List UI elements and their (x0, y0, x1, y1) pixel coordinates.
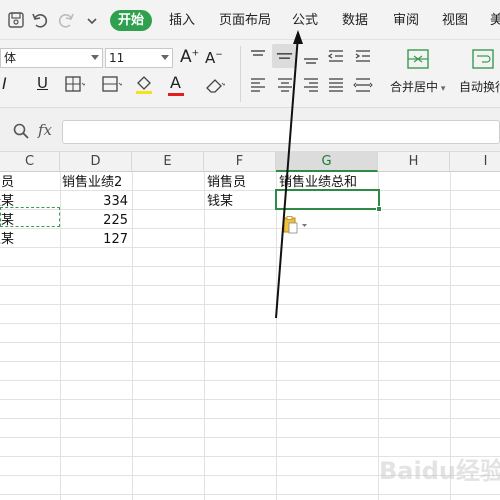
copy-marquee (0, 207, 60, 227)
font-name-value: 体 (4, 51, 17, 65)
ribbon-toolbar: 体 11 A+ A− I U A 合并居中 ▾ 自动换 (0, 40, 500, 108)
fill-color-icon[interactable] (133, 73, 155, 95)
save-icon[interactable] (6, 10, 26, 30)
font-color-button[interactable]: A (170, 73, 181, 92)
chevron-down-icon (161, 55, 169, 60)
increase-font-button[interactable]: A+ (180, 47, 199, 67)
align-middle-button[interactable] (272, 44, 297, 68)
grid-line (0, 380, 500, 381)
formula-bar: fx (0, 108, 500, 152)
column-header-g[interactable]: G (276, 152, 378, 172)
column-header-e[interactable]: E (132, 152, 204, 172)
decrease-font-label: A (205, 49, 216, 67)
tab-more[interactable]: 美 (490, 11, 500, 31)
merge-center-button[interactable]: 合并居中 ▾ (390, 78, 445, 95)
font-size-value: 11 (109, 51, 125, 65)
font-size-select[interactable]: 11 (105, 48, 173, 68)
selected-cell-g2[interactable] (275, 189, 382, 212)
grid-line (276, 172, 277, 500)
watermark-text: Baidu经验 (379, 457, 500, 485)
grid-line (0, 304, 500, 305)
cell-c1[interactable]: 售员 (0, 173, 60, 192)
tab-page-layout[interactable]: 页面布局 (219, 11, 271, 31)
increase-indent-icon[interactable] (352, 46, 374, 68)
chevron-down-icon (91, 55, 99, 60)
tab-insert[interactable]: 插入 (169, 11, 195, 31)
align-top-icon[interactable] (247, 46, 269, 68)
merge-cells-icon[interactable] (100, 74, 122, 96)
cell-d4[interactable]: 127 (60, 230, 132, 249)
tab-view[interactable]: 视图 (442, 11, 468, 31)
grid-line (0, 285, 500, 286)
align-middle-icon (276, 53, 293, 59)
tab-data[interactable]: 数据 (342, 11, 368, 31)
align-right-icon[interactable] (300, 74, 322, 96)
cell-d2[interactable]: 334 (60, 192, 132, 211)
grid-line (0, 361, 500, 362)
grid-line (0, 342, 500, 343)
grid-line (0, 323, 500, 324)
auto-wrap-button[interactable]: 自动换行 (459, 78, 500, 95)
auto-wrap-icon[interactable] (470, 48, 496, 72)
menu-bar: 开始 插入 页面布局 公式 数据 审阅 视图 美 (0, 0, 500, 40)
decrease-font-button[interactable]: A− (205, 49, 223, 67)
ribbon-separator (240, 46, 241, 102)
grid-line (132, 172, 133, 500)
column-header-h[interactable]: H (378, 152, 450, 172)
formula-input[interactable] (62, 120, 500, 144)
align-center-icon[interactable] (274, 74, 296, 96)
align-bottom-icon[interactable] (300, 46, 322, 68)
borders-icon[interactable] (63, 74, 85, 96)
tab-start[interactable]: 开始 (110, 10, 152, 31)
cell-d3[interactable]: 225 (60, 211, 132, 230)
tab-review[interactable]: 审阅 (393, 11, 419, 31)
column-header-d[interactable]: D (60, 152, 132, 172)
fill-handle[interactable] (376, 206, 382, 212)
grid-line (204, 172, 205, 500)
paste-options-icon[interactable] (283, 216, 309, 234)
font-color-swatch (168, 93, 184, 96)
increase-font-label: A (180, 47, 192, 67)
fx-icon[interactable]: fx (38, 121, 52, 139)
cell-f2[interactable]: 钱某 (207, 192, 276, 211)
italic-button[interactable]: I (2, 74, 7, 93)
cell-d1[interactable]: 销售业绩2 (62, 173, 132, 192)
font-color-label: A (170, 73, 181, 92)
column-header-f[interactable]: F (204, 152, 276, 172)
cell-f1[interactable]: 销售员 (207, 173, 276, 192)
undo-icon[interactable] (30, 10, 50, 30)
cell-c4[interactable]: 王某 (0, 230, 60, 249)
distributed-align-icon[interactable] (352, 74, 374, 96)
underline-button[interactable]: U (37, 74, 48, 92)
grid-line (0, 418, 500, 419)
quick-access-dropdown-icon[interactable] (82, 10, 102, 30)
eraser-icon[interactable] (203, 74, 225, 96)
grid-line (0, 266, 500, 267)
tab-formulas[interactable]: 公式 (292, 11, 318, 31)
grid-line (0, 399, 500, 400)
zoom-search-icon[interactable] (12, 122, 30, 140)
grid-line (0, 437, 500, 438)
redo-icon[interactable] (56, 10, 76, 30)
column-header-i[interactable]: I (450, 152, 500, 172)
justify-icon[interactable] (325, 74, 347, 96)
baidu-watermark-logo: Baidu经验 (379, 457, 500, 485)
merge-center-label: 合并居中 (390, 80, 439, 94)
column-header-c[interactable]: C (0, 152, 60, 172)
decrease-indent-icon[interactable] (325, 46, 347, 68)
font-name-select[interactable]: 体 (0, 48, 103, 68)
merge-center-icon[interactable] (405, 48, 431, 72)
align-left-icon[interactable] (247, 74, 269, 96)
